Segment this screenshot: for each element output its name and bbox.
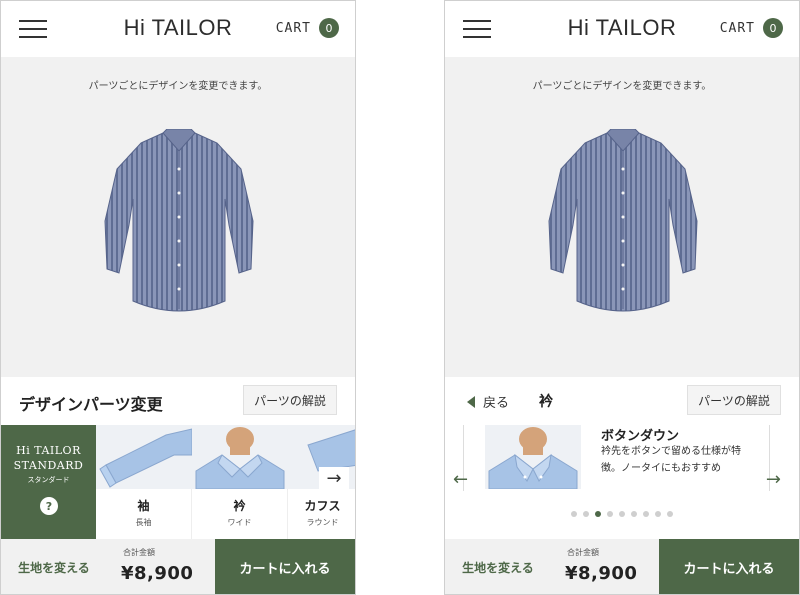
option-description: 衿先をボタンで留める仕様が特徴。ノータイにもおすすめ	[601, 446, 741, 474]
add-to-cart-button[interactable]: カートに入れる	[215, 539, 355, 594]
part-label: カフス	[304, 499, 341, 513]
next-arrow-icon[interactable]: →	[766, 469, 781, 490]
shirt-image	[104, 129, 254, 312]
collar-image	[192, 425, 288, 489]
pagination-dot[interactable]	[571, 511, 577, 517]
screen-collar-options: Hi TAILOR CART 0 パーツごとにデザインを変更できます。 戻る 衿…	[444, 0, 800, 595]
standard-title-line1: Hi TAILOR	[16, 444, 81, 457]
part-value: ラウンド	[306, 518, 339, 527]
cart-label: CART	[719, 20, 755, 36]
parts-guide-button[interactable]: パーツの解説	[243, 385, 337, 415]
standard-title-line2: STANDARD	[13, 459, 84, 472]
pagination-dot-active[interactable]	[595, 511, 601, 517]
standard-title: Hi TAILOR STANDARD	[1, 443, 96, 473]
shirt-image	[548, 129, 698, 312]
option-title: ボタンダウン	[601, 429, 680, 444]
pagination-dot[interactable]	[607, 511, 613, 517]
pagination-dot[interactable]	[631, 511, 637, 517]
add-to-cart-button[interactable]: カートに入れる	[659, 539, 799, 594]
total-value: ¥8,900	[121, 563, 194, 584]
footer-bar: 生地を変える 合計金額 ¥8,900 カートに入れる	[1, 539, 355, 594]
preview-note: パーツごとにデザインを変更できます。	[88, 81, 268, 92]
preview-note: パーツごとにデザインを変更できます。	[532, 81, 712, 92]
pagination-dot[interactable]	[619, 511, 625, 517]
next-arrow-icon[interactable]: →	[319, 467, 349, 489]
standard-design-card[interactable]: Hi TAILOR STANDARD スタンダード ?	[1, 425, 96, 539]
collar-option-carousel[interactable]: ボタンダウン 衿先をボタンで留める仕様が特徴。ノータイにもおすすめ ← →	[445, 425, 799, 503]
total-label: 合計金額	[123, 548, 155, 557]
panel-title: デザインパーツ変更	[19, 395, 163, 414]
collar-panel-header: 戻る 衿 パーツの解説	[445, 377, 799, 425]
pagination-dot[interactable]	[655, 511, 661, 517]
change-fabric-button[interactable]: 生地を変える	[445, 539, 551, 594]
part-value: ワイド	[227, 518, 252, 527]
header: Hi TAILOR CART 0	[1, 1, 355, 57]
pagination-dot[interactable]	[667, 511, 673, 517]
total-price: 合計金額 ¥8,900	[107, 539, 215, 594]
back-label: 戻る	[483, 396, 510, 411]
cart-count-badge: 0	[319, 18, 339, 38]
total-value: ¥8,900	[565, 563, 638, 584]
footer-bar: 生地を変える 合計金額 ¥8,900 カートに入れる	[445, 539, 799, 594]
parts-panel-header: デザインパーツ変更 パーツの解説	[1, 377, 355, 425]
part-card-sleeve[interactable]: 袖 長袖	[96, 425, 192, 539]
carousel-pagination[interactable]	[445, 511, 799, 517]
parts-carousel[interactable]: Hi TAILOR STANDARD スタンダード ? 袖 長袖 衿 ワイド カ…	[1, 425, 355, 539]
screen-parts-list: Hi TAILOR CART 0 パーツごとにデザインを変更できます。 デザイン…	[0, 0, 356, 595]
help-icon[interactable]: ?	[40, 497, 58, 515]
current-part-name: 衿	[539, 394, 553, 410]
shirt-preview: パーツごとにデザインを変更できます。	[1, 57, 355, 377]
shirt-preview: パーツごとにデザインを変更できます。	[445, 57, 799, 377]
standard-subtitle: スタンダード	[27, 476, 70, 484]
part-value: 長袖	[135, 518, 152, 527]
sleeve-image	[96, 425, 192, 489]
cart-button[interactable]: CART 0	[720, 18, 783, 38]
part-label: 袖	[137, 499, 150, 513]
cart-label: CART	[275, 20, 311, 36]
pagination-dot[interactable]	[583, 511, 589, 517]
pagination-dot[interactable]	[643, 511, 649, 517]
part-label: 衿	[233, 499, 246, 513]
cart-button[interactable]: CART 0	[276, 18, 339, 38]
cart-count-badge: 0	[763, 18, 783, 38]
back-arrow-icon	[467, 395, 475, 408]
back-button[interactable]: 戻る	[467, 392, 509, 411]
change-fabric-button[interactable]: 生地を変える	[1, 539, 107, 594]
part-card-collar[interactable]: 衿 ワイド	[192, 425, 288, 539]
prev-arrow-icon[interactable]: ←	[453, 469, 468, 490]
parts-guide-button[interactable]: パーツの解説	[687, 385, 781, 415]
total-label: 合計金額	[567, 548, 599, 557]
button-down-collar-image[interactable]	[485, 425, 581, 489]
total-price: 合計金額 ¥8,900	[551, 539, 659, 594]
header: Hi TAILOR CART 0	[445, 1, 799, 57]
